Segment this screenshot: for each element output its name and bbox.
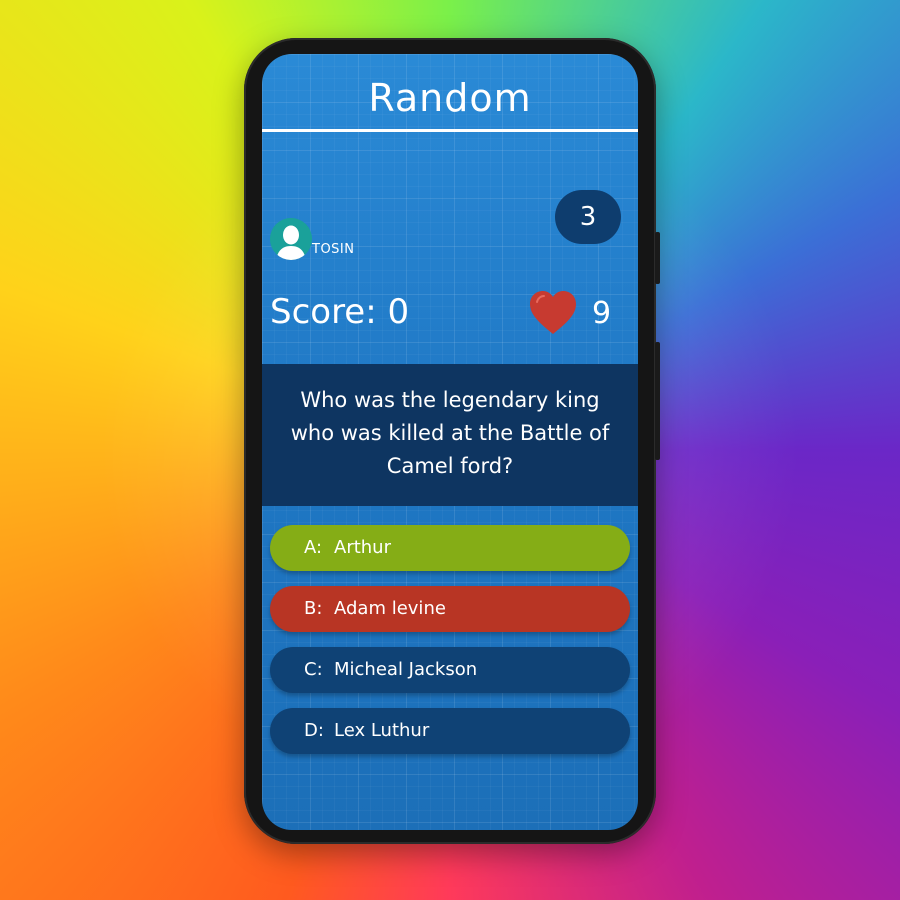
answer-option-label: Adam levine xyxy=(334,598,446,619)
username-label: TOSIN xyxy=(312,242,355,257)
score-label: Score: 0 xyxy=(270,292,410,332)
answer-option-letter: B: xyxy=(304,598,323,619)
answer-option-label: Arthur xyxy=(334,537,391,558)
lives-count: 9 xyxy=(592,296,612,331)
answer-option-label: Lex Luthur xyxy=(334,720,430,741)
answer-option-d[interactable]: D: Lex Luthur xyxy=(270,708,630,754)
answer-option-a[interactable]: A: Arthur xyxy=(270,525,630,571)
answer-option-b[interactable]: B: Adam levine xyxy=(270,586,630,632)
answer-option-c[interactable]: C: Micheal Jackson xyxy=(270,647,630,693)
phone-screen: Random TOSIN 3 Score: 0 9 Who was the le… xyxy=(262,54,638,830)
question-text: Who was the legendary king who was kille… xyxy=(290,388,610,478)
answer-option-letter: C: xyxy=(304,659,323,680)
answer-option-letter: D: xyxy=(304,720,324,741)
question-counter-badge: 3 xyxy=(555,190,621,244)
answer-option-letter: A: xyxy=(304,537,323,558)
user-avatar-icon xyxy=(270,218,312,260)
heart-icon xyxy=(528,290,578,336)
phone-side-button-power xyxy=(655,232,660,284)
title-divider xyxy=(262,129,638,132)
answer-option-label: Micheal Jackson xyxy=(334,659,478,680)
phone-side-button-volume xyxy=(655,342,660,460)
page-title: Random xyxy=(368,76,532,120)
